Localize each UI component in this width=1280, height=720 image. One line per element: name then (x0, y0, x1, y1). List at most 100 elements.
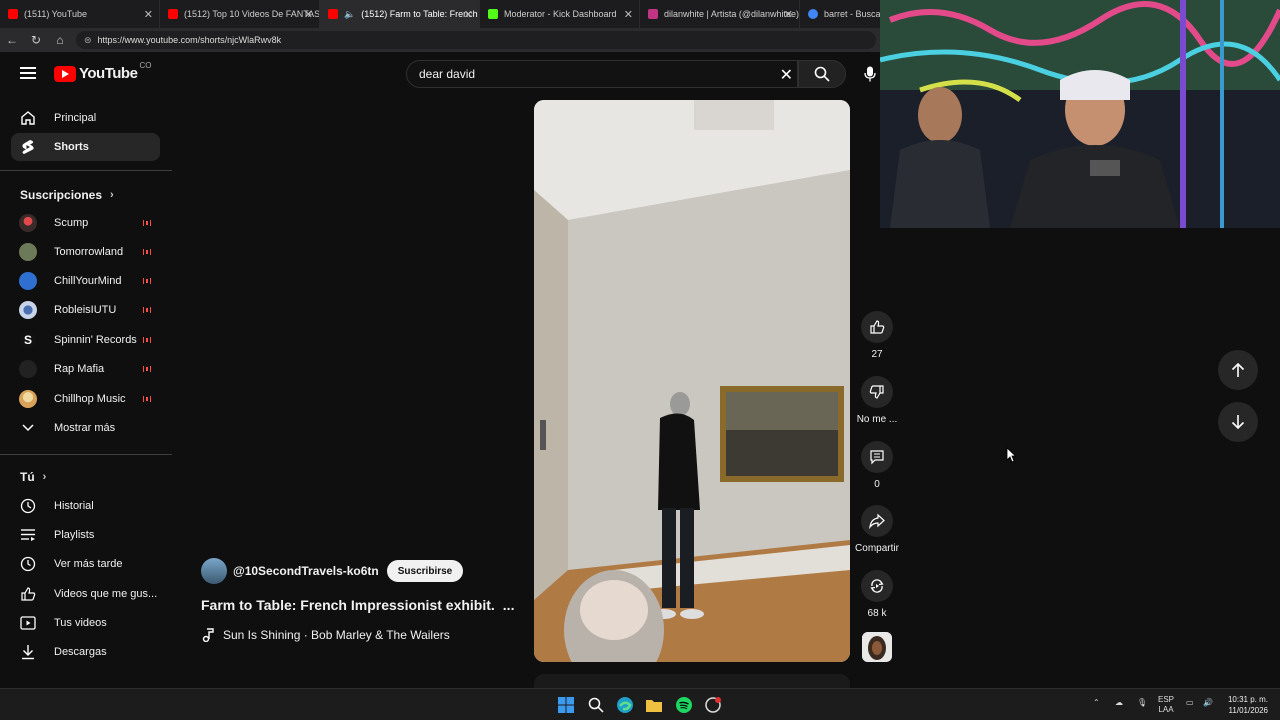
channel-avatar (19, 214, 37, 232)
sidebar-item-history[interactable]: Historial (11, 492, 160, 520)
live-indicator-icon (143, 396, 151, 402)
tab-title: dilanwhite | Artista (@dilanwhitee) (664, 9, 800, 19)
you-heading[interactable]: Tú › (20, 470, 46, 484)
sidebar-item-watch-later[interactable]: Ver más tarde (11, 550, 160, 578)
show-more-label: Mostrar más (54, 422, 116, 434)
previous-short-button[interactable] (1218, 350, 1258, 390)
clear-search-icon[interactable]: ✕ (780, 65, 793, 85)
sidebar-item-downloads[interactable]: Descargas (11, 638, 160, 666)
browser-tab[interactable]: dilanwhite | Artista (@dilanwhitee) ✕ (640, 0, 800, 28)
home-browser-icon[interactable]: ⌂ (48, 28, 72, 52)
google-favicon-icon (808, 9, 818, 19)
next-short-preview[interactable] (534, 674, 850, 688)
spotify-icon[interactable] (674, 695, 694, 715)
search-button[interactable] (798, 60, 846, 88)
sidebar-item-label: Spinnin' Records (54, 334, 137, 346)
video-frame (534, 100, 850, 662)
comment-count: 0 (874, 479, 880, 490)
show-more-button[interactable]: Mostrar más (11, 414, 160, 442)
chevron-right-icon: › (42, 471, 47, 483)
windows-start-icon[interactable] (556, 695, 576, 715)
channel-name[interactable]: @10SecondTravels-ko6tn (233, 564, 379, 578)
close-tab-icon[interactable]: ✕ (784, 8, 793, 21)
instagram-favicon-icon (648, 9, 658, 19)
tab-title: (1511) YouTube (24, 9, 88, 19)
sidebar-item-label: Shorts (54, 141, 89, 153)
sidebar-item-subscription[interactable]: Chillhop Music (11, 385, 160, 413)
divider (0, 170, 172, 171)
like-button[interactable]: 27 (858, 311, 896, 360)
next-short-button[interactable] (1218, 402, 1258, 442)
short-title-row[interactable]: Farm to Table: French Impressionist exhi… (201, 597, 514, 613)
sidebar-item-label: ChillYourMind (54, 275, 122, 287)
share-button[interactable]: Compartir (855, 505, 899, 554)
sidebar-item-subscription[interactable]: S Spinnin' Records (11, 326, 160, 354)
search-value: dear david (419, 67, 476, 81)
like-icon (861, 311, 893, 343)
shorts-video-player[interactable] (534, 100, 850, 662)
sidebar-item-liked[interactable]: Videos que me gus... (11, 580, 160, 608)
short-title: Farm to Table: French Impressionist exhi… (201, 597, 495, 613)
sidebar-item-subscription[interactable]: Tomorrowland (11, 238, 160, 266)
browser-tab[interactable]: Moderator - Kick Dashboard ✕ (480, 0, 640, 28)
subscriptions-heading[interactable]: Suscripciones › (20, 188, 114, 202)
sidebar-item-subscription[interactable]: ChillYourMind (11, 267, 160, 295)
youtube-logo[interactable]: YouTube CO (54, 61, 151, 82)
dislike-button[interactable]: No me ... (857, 376, 897, 425)
arrow-down-icon (1231, 415, 1245, 430)
speaker-icon[interactable]: 🔈 (344, 9, 355, 20)
close-tab-icon[interactable]: ✕ (304, 8, 313, 21)
playlists-icon (19, 526, 37, 544)
chevron-right-icon: › (110, 189, 114, 201)
sidebar-item-shorts[interactable]: Shorts (11, 133, 160, 161)
taskbar-search-icon[interactable] (586, 695, 606, 715)
file-explorer-icon[interactable] (644, 695, 664, 715)
edge-browser-icon[interactable] (615, 695, 635, 715)
volume-icon[interactable]: 🔊 (1203, 698, 1213, 708)
voice-search-icon[interactable] (858, 62, 882, 86)
watch-later-icon (19, 555, 37, 573)
address-bar[interactable]: ⊜ https://www.youtube.com/shorts/njcWlaRw… (76, 31, 876, 49)
sidebar-item-subscription[interactable]: Rap Mafia (11, 355, 160, 383)
arrow-up-icon (1231, 362, 1245, 377)
system-clock[interactable]: 10:31 p. m. 11/01/2026 (1228, 694, 1268, 716)
browser-tab[interactable]: (1511) YouTube ✕ (0, 0, 160, 28)
clock-date: 11/01/2026 (1228, 706, 1268, 715)
sound-thumbnail[interactable] (862, 632, 892, 662)
subscribe-button[interactable]: Suscribirse (386, 560, 464, 582)
network-cloud-icon[interactable]: ☁ (1115, 698, 1123, 708)
sidebar-item-label: Playlists (54, 529, 95, 541)
divider (0, 454, 172, 455)
music-row[interactable]: Sun Is Shining · Bob Marley & The Wailer… (201, 628, 450, 642)
webcam-feed (880, 0, 1280, 228)
language-indicator[interactable]: ESP LAA (1158, 695, 1174, 715)
close-tab-icon[interactable]: ✕ (464, 8, 473, 21)
reload-icon[interactable]: ↻ (24, 28, 48, 52)
close-tab-icon[interactable]: ✕ (624, 8, 633, 21)
browser-tab-active[interactable]: 🔈 (1512) Farm to Table: French Impression… (320, 0, 480, 28)
channel-avatar[interactable] (201, 558, 227, 584)
home-icon (19, 109, 37, 127)
site-info-icon[interactable]: ⊜ (84, 35, 92, 46)
search-input[interactable]: dear david ✕ (406, 60, 798, 88)
tray-overflow-icon[interactable]: ⌃ (1093, 698, 1100, 708)
share-label: Compartir (855, 543, 899, 554)
youtube-header: YouTube CO dear david ✕ (0, 52, 880, 96)
sidebar-item-your-videos[interactable]: Tus videos (11, 609, 160, 637)
browser-tab[interactable]: (1512) Top 10 Videos De FANTASMAS✕ (160, 0, 320, 28)
screen: (1511) YouTube ✕ (1512) Top 10 Videos De … (0, 0, 1280, 720)
menu-icon[interactable] (20, 67, 36, 79)
microphone-tray-icon[interactable]: 🎙 (1137, 698, 1147, 708)
wifi-icon[interactable]: ▭ (1186, 698, 1194, 708)
comments-button[interactable]: 0 (858, 441, 896, 490)
sidebar-item-playlists[interactable]: Playlists (11, 521, 160, 549)
remix-button[interactable]: 68 k (858, 570, 896, 619)
sidebar-item-label: RobleisIUTU (54, 304, 117, 316)
sidebar-item-subscription[interactable]: RobleisIUTU (11, 296, 160, 324)
back-icon[interactable]: ← (0, 28, 24, 52)
sidebar-item-principal[interactable]: Principal (11, 104, 160, 132)
sidebar-item-subscription[interactable]: Scump (11, 209, 160, 237)
app-icon[interactable] (703, 695, 723, 715)
close-tab-icon[interactable]: ✕ (144, 8, 153, 21)
clock-time: 10:31 p. m. (1227, 695, 1268, 704)
